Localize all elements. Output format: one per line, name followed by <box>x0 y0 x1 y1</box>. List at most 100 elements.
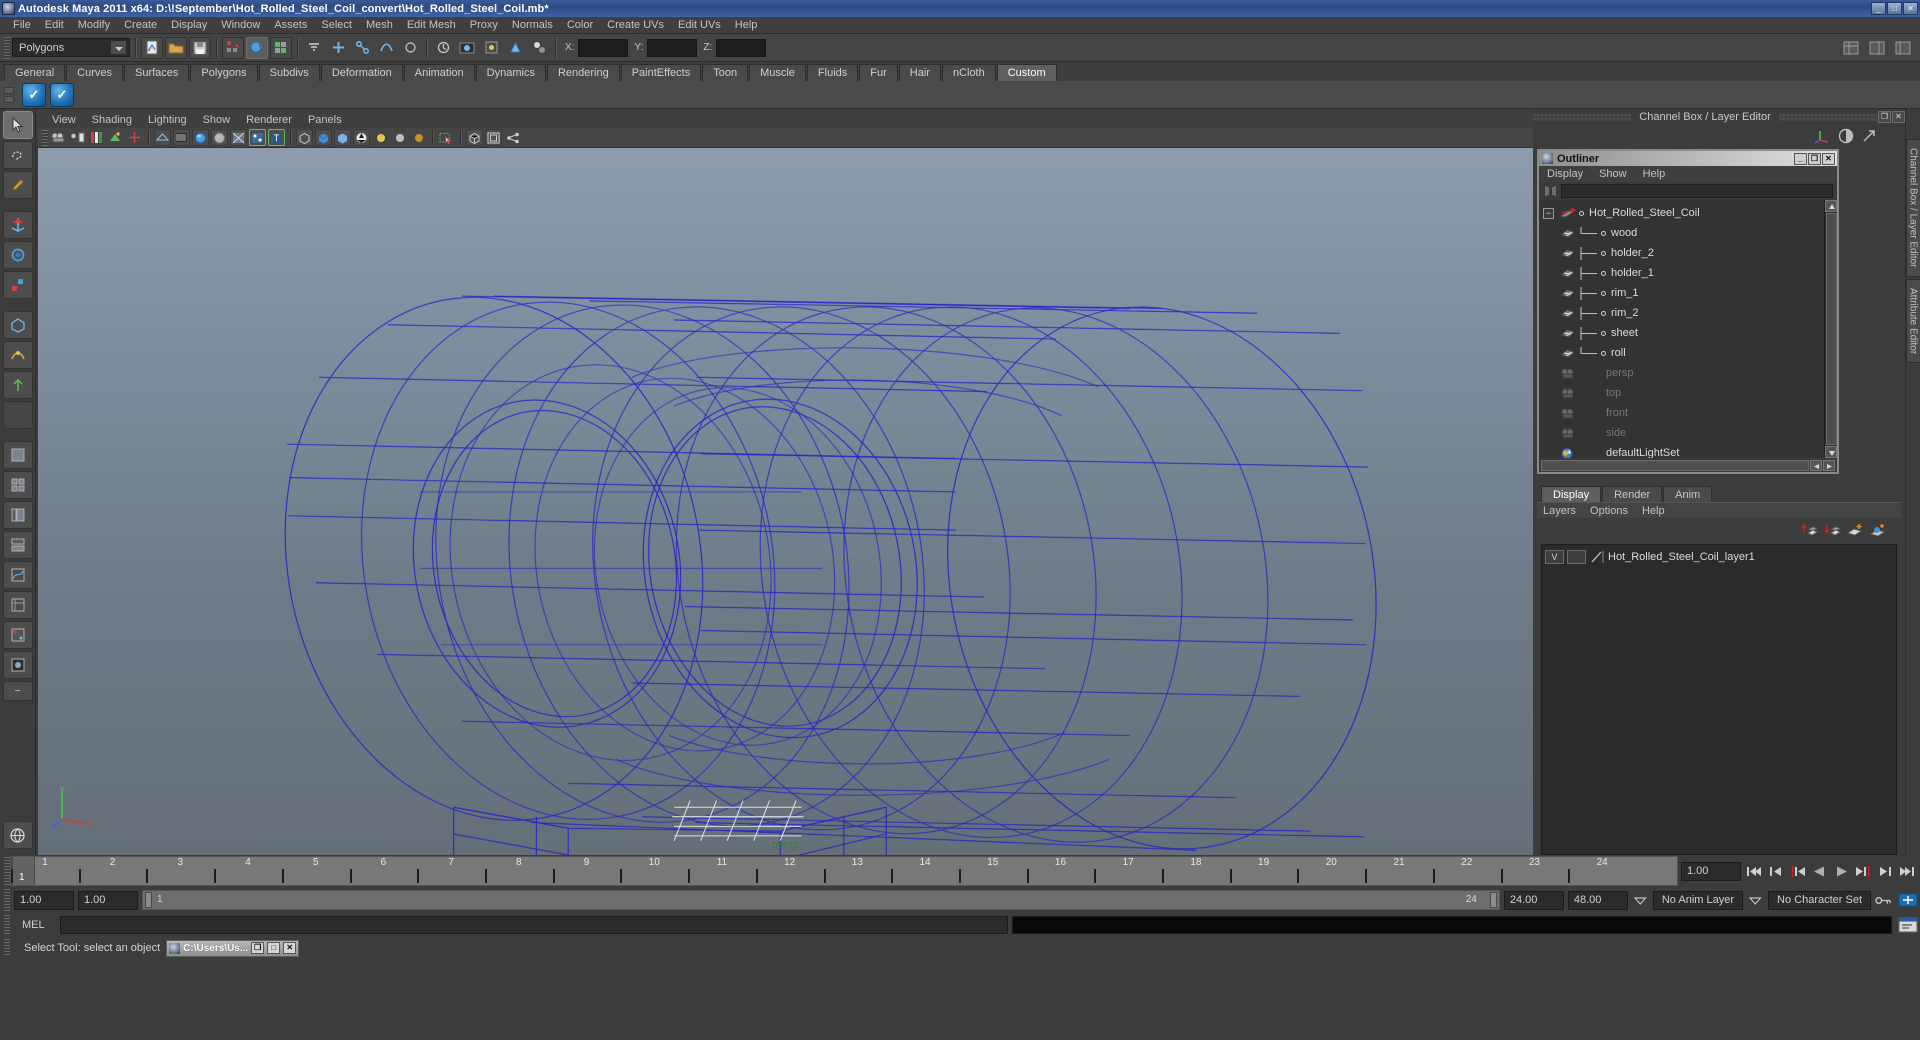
vtab-channel-box-layer-editor[interactable]: Channel Box / Layer Editor <box>1906 139 1920 277</box>
viewport-menu-shading[interactable]: Shading <box>84 113 140 127</box>
textured-cube-icon[interactable] <box>334 129 351 146</box>
move-tool-button[interactable] <box>3 211 33 239</box>
search-filter-icon[interactable] <box>1543 185 1557 198</box>
playback-start-time-field[interactable]: 1.00 <box>78 891 138 910</box>
layer-visibility-toggle[interactable]: V <box>1545 550 1564 564</box>
go-to-end-icon[interactable] <box>1898 862 1917 881</box>
range-slider-grip[interactable] <box>4 889 10 911</box>
shelf-tab-ncloth[interactable]: nCloth <box>942 64 996 81</box>
two-d-pan-zoom-icon[interactable] <box>126 129 143 146</box>
taskbar-restore-button[interactable]: ❐ <box>251 942 264 954</box>
outliner-row-root[interactable]: − Hot_Rolled_Steel_Coil <box>1539 203 1824 223</box>
y-axis-field[interactable] <box>647 39 697 57</box>
viewport-menu-panels[interactable]: Panels <box>300 113 350 127</box>
panel-drag-dots-left[interactable] <box>1533 114 1631 121</box>
viewport-menu-view[interactable]: View <box>44 113 84 127</box>
menu-item-file[interactable]: File <box>6 18 38 32</box>
layer-menu-options[interactable]: Options <box>1590 505 1628 517</box>
outliner-row-child[interactable]: roll <box>1539 343 1824 363</box>
play-backwards-icon[interactable] <box>1810 862 1829 881</box>
layer-menu-help[interactable]: Help <box>1642 505 1665 517</box>
shelf-tab-hair[interactable]: Hair <box>899 64 941 81</box>
camera-attributes-icon[interactable] <box>69 129 86 146</box>
universal-manipulator-button[interactable] <box>3 311 33 339</box>
grid-display-icon[interactable] <box>466 129 483 146</box>
shelf-item-check-2[interactable]: ✓ <box>50 83 74 107</box>
step-forward-keyframe-icon[interactable] <box>1876 862 1895 881</box>
menu-item-edit[interactable]: Edit <box>38 18 71 32</box>
scrollbar-thumb-horizontal[interactable] <box>1541 460 1809 471</box>
outliner-menu-display[interactable]: Display <box>1547 168 1583 180</box>
outliner-row-child[interactable]: wood <box>1539 223 1824 243</box>
outliner-menu-show[interactable]: Show <box>1599 168 1627 180</box>
chevron-down-icon[interactable] <box>110 40 127 55</box>
layer-name[interactable]: Hot_Rolled_Steel_Coil_layer1 <box>1608 551 1755 563</box>
command-input-field[interactable] <box>60 916 1008 934</box>
outliner-menu-help[interactable]: Help <box>1643 168 1666 180</box>
render-settings-button[interactable] <box>480 37 502 59</box>
layout-render-view-button[interactable] <box>3 651 33 679</box>
outliner-search-input[interactable] <box>1561 184 1833 198</box>
isolate-select-icon[interactable] <box>438 129 455 146</box>
expand-collapse-icon[interactable]: − <box>1543 208 1554 219</box>
range-right-handle[interactable] <box>1490 892 1497 908</box>
menu-item-edit-uvs[interactable]: Edit UVs <box>671 18 728 32</box>
outliner-row-child[interactable]: holder_1 <box>1539 263 1824 283</box>
shelf-tab-dynamics[interactable]: Dynamics <box>476 64 546 81</box>
shelf-tab-toon[interactable]: Toon <box>702 64 748 81</box>
new-layer-icon[interactable] <box>1847 523 1864 538</box>
range-left-handle[interactable] <box>145 892 152 908</box>
menu-item-modify[interactable]: Modify <box>71 18 117 32</box>
new-layer-from-selected-icon[interactable] <box>1870 523 1887 538</box>
paint-effects-globe-button[interactable] <box>3 821 33 849</box>
high-quality-rendering-icon[interactable] <box>296 129 313 146</box>
ipr-render-button[interactable] <box>504 37 526 59</box>
range-slider-bar[interactable]: 1 24 <box>142 890 1500 910</box>
menu-item-normals[interactable]: Normals <box>505 18 560 32</box>
panel-restore-button[interactable]: ❐ <box>1878 111 1891 123</box>
shelf-tab-deformation[interactable]: Deformation <box>321 64 403 81</box>
panel-drag-dots-right[interactable] <box>1779 114 1877 121</box>
layout-uv-editor-button[interactable] <box>3 591 33 619</box>
outliner-maximize-button[interactable]: ❐ <box>1808 153 1821 165</box>
anim-layer-dropdown[interactable]: No Anim Layer <box>1653 891 1743 910</box>
menu-item-assets[interactable]: Assets <box>267 18 314 32</box>
scroll-down-icon[interactable] <box>1825 446 1837 458</box>
toolbar-grip[interactable] <box>4 37 10 59</box>
image-plane-icon[interactable] <box>107 129 124 146</box>
outliner-row-child[interactable]: rim_1 <box>1539 283 1824 303</box>
outliner-close-button[interactable]: ✕ <box>1822 153 1835 165</box>
snap-to-curve-button[interactable] <box>351 37 373 59</box>
outliner-horizontal-scrollbar[interactable] <box>1539 458 1837 472</box>
z-axis-field[interactable] <box>716 39 766 57</box>
shelf-tab-curves[interactable]: Curves <box>66 64 123 81</box>
outliner-minimize-button[interactable]: _ <box>1794 153 1807 165</box>
ambient-light-icon[interactable] <box>391 129 408 146</box>
paint-select-tool-button[interactable] <box>3 171 33 199</box>
layer-menu-layers[interactable]: Layers <box>1543 505 1576 517</box>
viewport-menu-show[interactable]: Show <box>195 113 239 127</box>
snap-to-grid-button[interactable] <box>327 37 349 59</box>
taskbar-window-button[interactable]: C:\Users\Us... ❐ □ ✕ <box>166 940 299 957</box>
move-axis-icon[interactable] <box>1814 129 1831 144</box>
command-language-label[interactable]: MEL <box>14 919 56 931</box>
shelf-tab-animation[interactable]: Animation <box>404 64 475 81</box>
layout-more-button[interactable]: − <box>3 681 33 701</box>
outliner-row-child[interactable]: sheet <box>1539 323 1824 343</box>
smooth-shade-all-icon[interactable] <box>173 129 190 146</box>
outliner-window-controls[interactable]: _ ❐ ✕ <box>1794 153 1837 165</box>
animation-preferences-icon[interactable] <box>1896 891 1920 910</box>
select-tool-button[interactable] <box>3 111 33 139</box>
show-channel-box-button[interactable] <box>1840 37 1862 59</box>
window-controls[interactable]: _ □ ✕ <box>1871 2 1918 15</box>
camera-icon[interactable] <box>50 129 67 146</box>
script-editor-icon[interactable] <box>1896 916 1920 935</box>
maximize-button[interactable]: □ <box>1887 2 1902 15</box>
move-layer-up-icon[interactable] <box>1801 523 1818 538</box>
step-forward-frame-icon[interactable] <box>1854 862 1873 881</box>
viewport-toolbar-grip[interactable] <box>42 130 48 146</box>
animation-end-time-field[interactable]: 48.00 <box>1568 891 1628 910</box>
menu-item-proxy[interactable]: Proxy <box>463 18 505 32</box>
character-set-dropdown[interactable]: No Character Set <box>1768 891 1871 910</box>
show-manipulator-tool-button[interactable] <box>3 371 33 399</box>
